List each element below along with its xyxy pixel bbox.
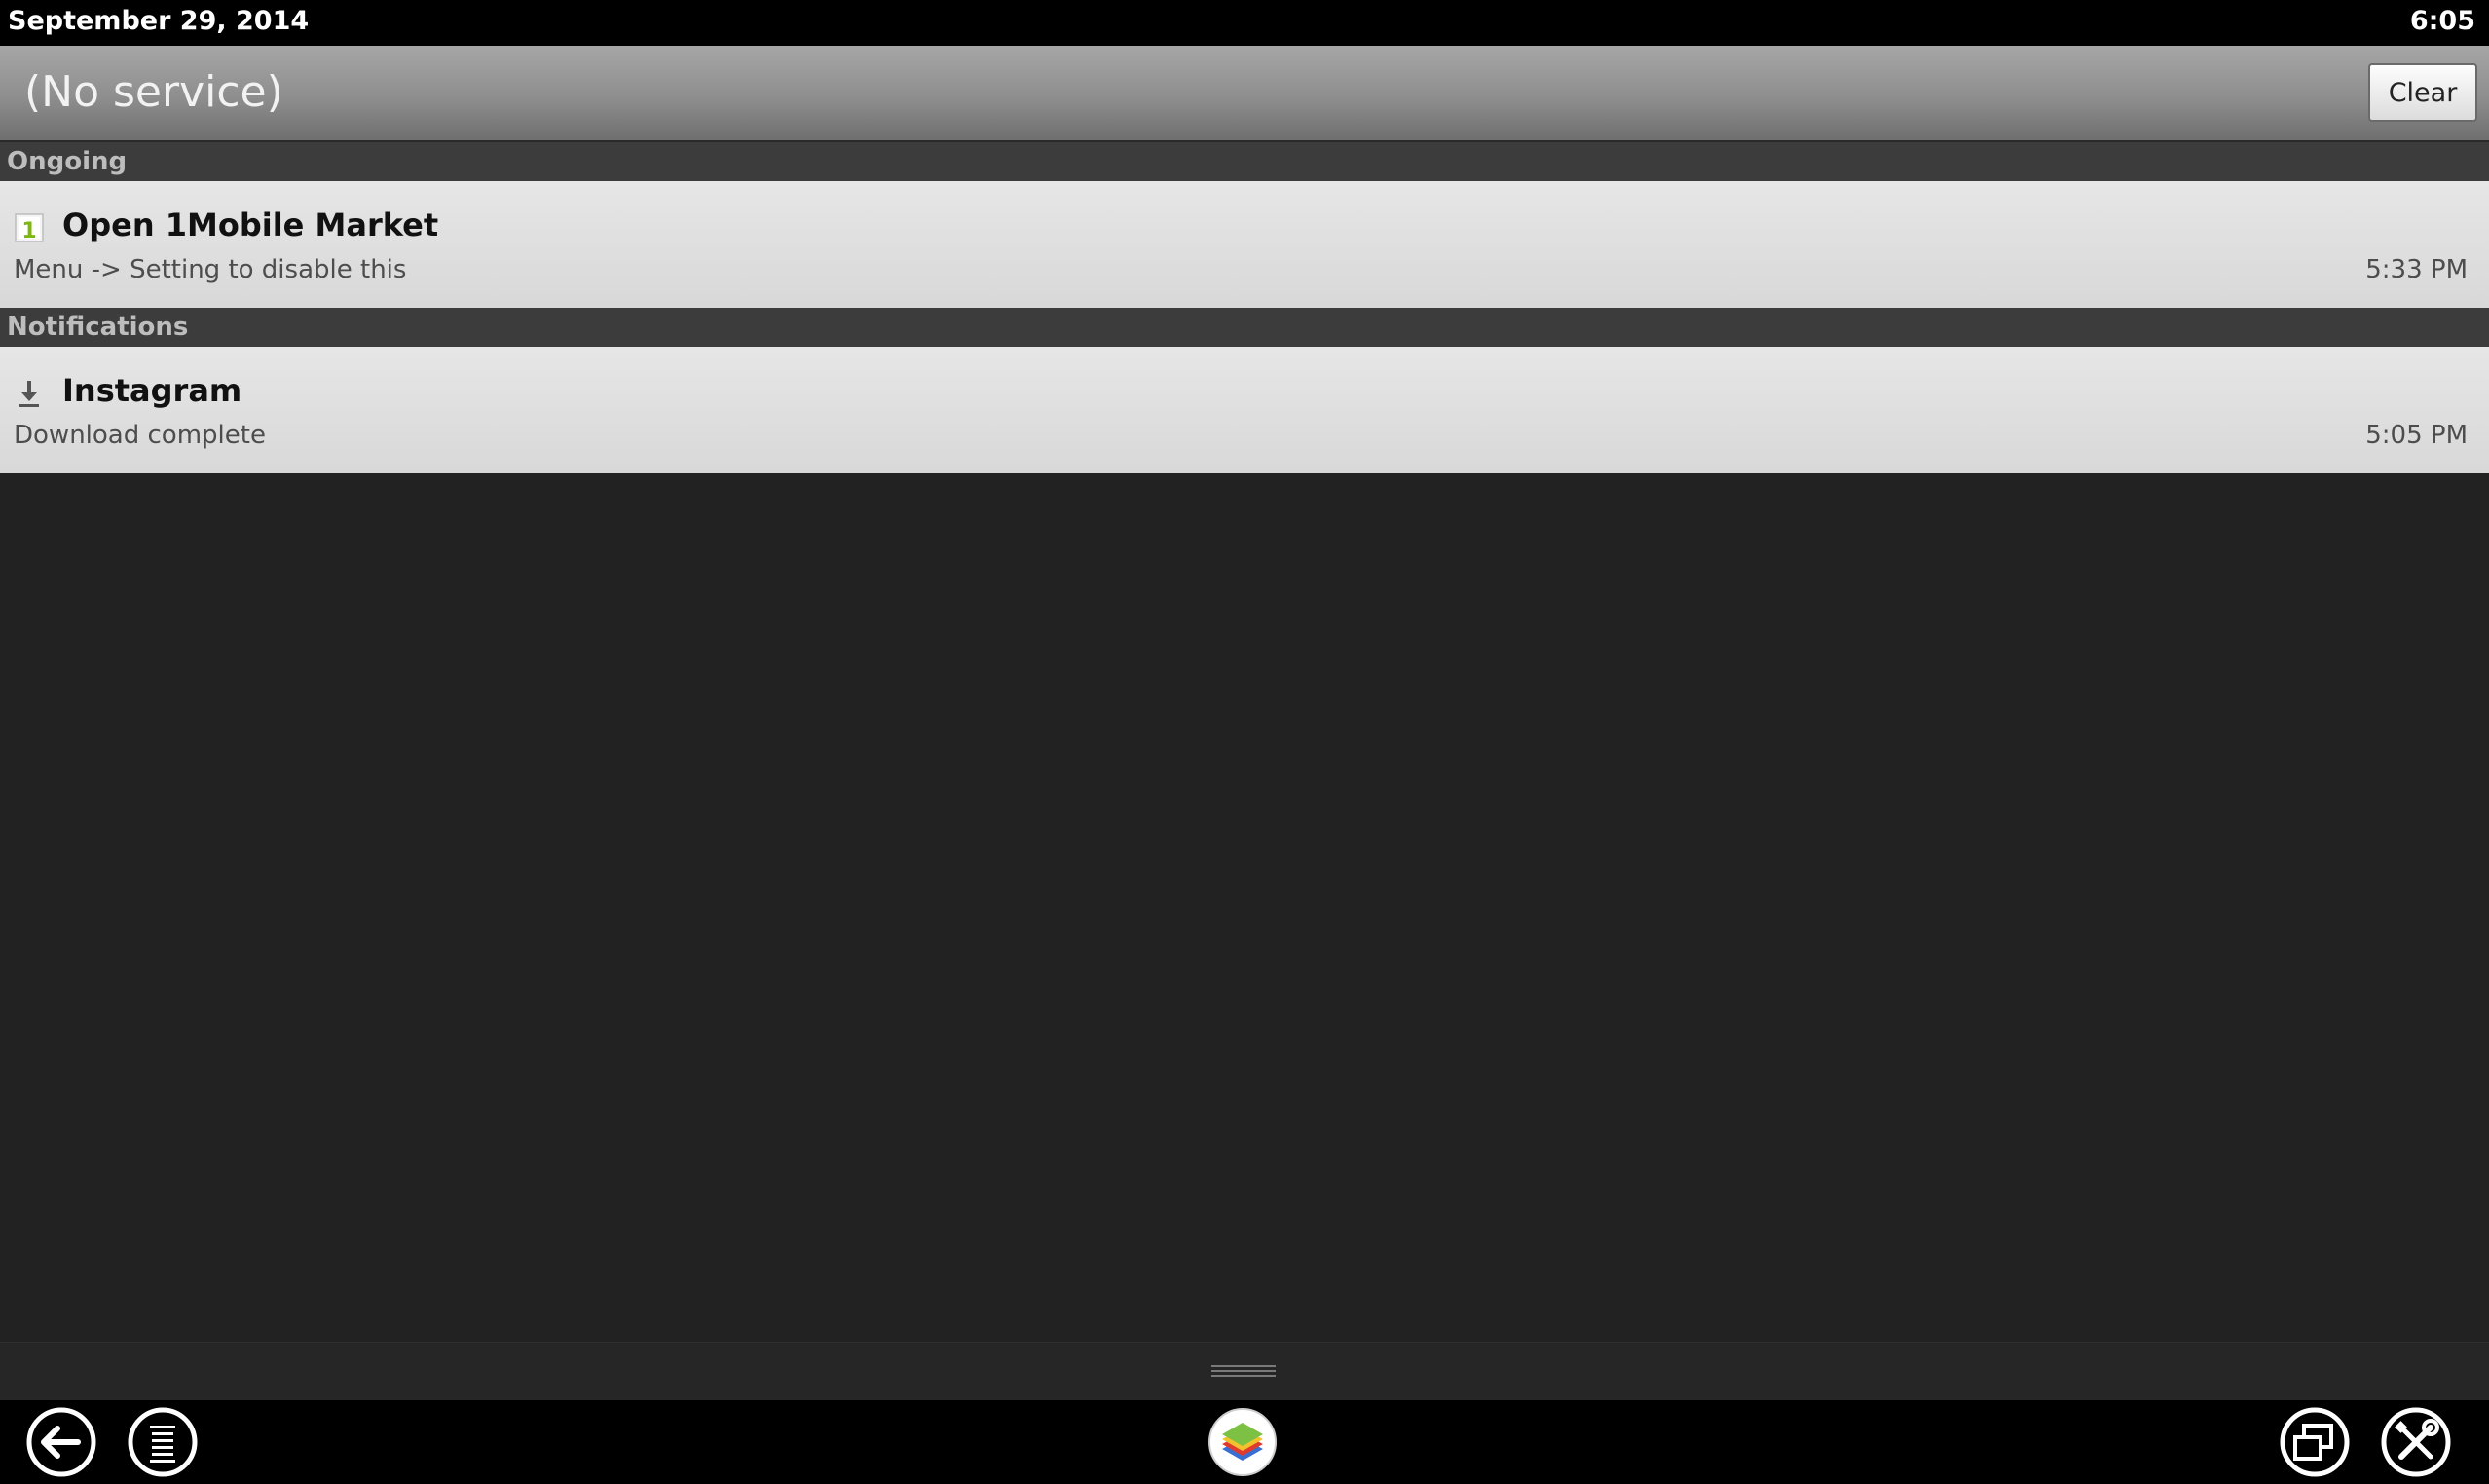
notification-title: Open 1Mobile Market <box>62 206 439 243</box>
status-date: September 29, 2014 <box>8 6 310 36</box>
clear-button[interactable]: Clear <box>2368 63 2477 122</box>
menu-icon[interactable] <box>127 1406 199 1478</box>
status-time: 6:05 <box>2409 6 2475 36</box>
drag-handle-icon <box>1211 1365 1276 1377</box>
carrier-status-title: (No service) <box>24 67 283 117</box>
panel-drag-handle-bar[interactable] <box>0 1342 2489 1401</box>
notification-time: 5:05 PM <box>2365 421 2468 450</box>
settings-tools-icon[interactable] <box>2380 1406 2452 1478</box>
section-header-notifications: Notifications <box>0 308 2489 347</box>
notification-time: 5:33 PM <box>2365 255 2468 284</box>
notification-text: Download complete <box>14 421 266 450</box>
notification-item-instagram[interactable]: Instagram Download complete 5:05 PM <box>0 347 2489 473</box>
notification-item-1mobile-market[interactable]: 1 Open 1Mobile Market Menu -> Setting to… <box>0 181 2489 308</box>
1mobile-market-icon: 1 <box>15 213 44 243</box>
window-resize-icon[interactable] <box>2279 1406 2351 1478</box>
back-icon[interactable] <box>25 1406 97 1478</box>
notification-title: Instagram <box>62 372 242 409</box>
notification-text: Menu -> Setting to disable this <box>14 255 407 284</box>
svg-text:1: 1 <box>21 219 36 243</box>
status-bar: September 29, 2014 6:05 <box>0 0 2489 46</box>
download-icon <box>19 381 39 407</box>
section-header-ongoing: Ongoing <box>0 142 2489 181</box>
bluestacks-home-icon[interactable] <box>1207 1406 1279 1478</box>
navigation-bar <box>0 1400 2489 1484</box>
notification-header: (No service) Clear <box>0 46 2489 142</box>
notification-panel-screen: September 29, 2014 6:05 (No service) Cle… <box>0 0 2489 1484</box>
